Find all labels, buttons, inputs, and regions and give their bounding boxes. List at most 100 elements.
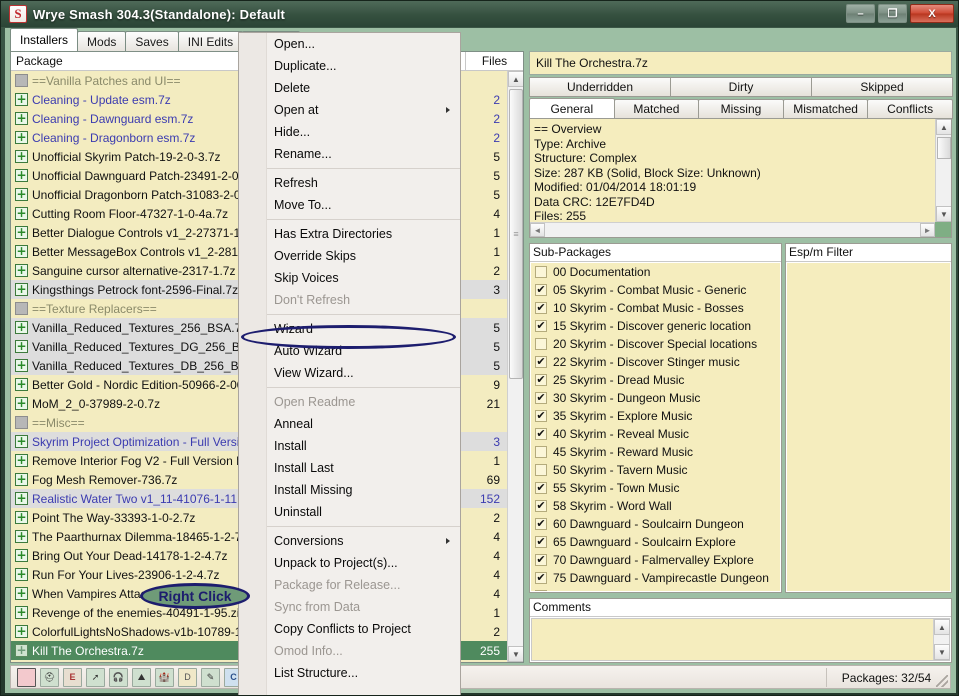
package-checkbox-plus-icon[interactable]: + <box>15 226 28 239</box>
general-scroll-right-icon[interactable]: ► <box>920 223 935 237</box>
minimize-button[interactable]: – <box>846 4 875 23</box>
package-context-menu[interactable]: Open... Duplicate... Delete Open at Hide... R… <box>238 32 461 695</box>
package-checkbox-plus-icon[interactable]: + <box>15 568 28 581</box>
package-checkbox-plus-icon[interactable]: + <box>15 549 28 562</box>
sub-package-row[interactable]: 50 Skyrim - Tavern Music <box>531 461 780 479</box>
detail-tab-conflicts[interactable]: Conflicts <box>867 99 953 119</box>
menu-item-open-at[interactable]: Open at <box>267 99 460 121</box>
tab-installers[interactable]: Installers <box>10 28 79 51</box>
package-checkbox-plus-icon[interactable]: + <box>15 625 28 638</box>
menu-item-hide[interactable]: Hide... <box>267 121 460 143</box>
package-checkbox-plus-icon[interactable]: + <box>15 454 28 467</box>
menu-item-rename[interactable]: Rename... <box>267 143 460 165</box>
scroll-up-arrow-icon[interactable]: ▲ <box>508 71 523 87</box>
sub-package-row[interactable]: ✔ 65 Dawnguard - Soulcairn Explore <box>531 533 780 551</box>
checkbox-checked-icon[interactable]: ✔ <box>535 428 547 440</box>
package-checkbox-plus-icon[interactable]: + <box>15 473 28 486</box>
checkbox-checked-icon[interactable]: ✔ <box>535 392 547 404</box>
package-checkbox-plus-icon[interactable]: + <box>15 492 28 505</box>
sub-package-row[interactable]: ✔ 25 Skyrim - Dread Music <box>531 371 780 389</box>
menu-item-auto-wizard[interactable]: Auto Wizard <box>267 340 460 362</box>
comments-scroll-down-icon[interactable]: ▼ <box>934 644 950 660</box>
doc-icon[interactable]: D <box>178 667 197 687</box>
sub-package-row[interactable]: 80 Dawnguard - Special - Eclipse <box>531 587 780 591</box>
detail-tab-matched[interactable]: Matched <box>613 99 700 119</box>
column-header-files[interactable]: Files <box>465 52 523 70</box>
checkbox-unchecked-icon[interactable] <box>535 446 547 458</box>
castle-icon[interactable]: 🏰 <box>155 667 174 687</box>
checkbox-unchecked-icon[interactable] <box>535 590 547 591</box>
general-scroll-left-icon[interactable]: ◄ <box>530 223 545 237</box>
sub-package-row[interactable]: ✔ 75 Dawnguard - Vampirecastle Dungeon <box>531 569 780 587</box>
menu-item-list-structure[interactable]: List Structure... <box>267 662 460 684</box>
scroll-down-arrow-icon[interactable]: ▼ <box>508 646 523 662</box>
checkbox-checked-icon[interactable]: ✔ <box>535 482 547 494</box>
sub-package-row[interactable]: ✔ 40 Skyrim - Reveal Music <box>531 425 780 443</box>
arrow-tool-icon[interactable]: ➚ <box>86 667 105 687</box>
menu-item-view-wizard[interactable]: View Wizard... <box>267 362 460 384</box>
package-checkbox-plus-icon[interactable]: + <box>15 188 28 201</box>
checkbox-checked-icon[interactable]: ✔ <box>535 554 547 566</box>
general-scroll-thumb[interactable] <box>937 137 951 159</box>
menu-item-refresh[interactable]: Refresh <box>267 172 460 194</box>
filter-tab-skipped[interactable]: Skipped <box>811 77 953 97</box>
menu-item-install[interactable]: Install <box>267 435 460 457</box>
menu-item-open[interactable]: Open... <box>267 33 460 55</box>
detail-tab-general[interactable]: General <box>529 98 615 119</box>
checkbox-checked-icon[interactable]: ✔ <box>535 536 547 548</box>
filter-tab-underridden[interactable]: Underridden <box>529 77 671 97</box>
menu-item-uninstall[interactable]: Uninstall <box>267 501 460 523</box>
checkbox-checked-icon[interactable]: ✔ <box>535 500 547 512</box>
menu-item-delete[interactable]: Delete <box>267 77 460 99</box>
tab-ini-edits[interactable]: INI Edits <box>177 31 244 51</box>
sub-package-row[interactable]: ✔ 30 Skyrim - Dungeon Music <box>531 389 780 407</box>
package-checkbox-plus-icon[interactable]: + <box>15 644 28 657</box>
sub-packages-list[interactable]: 00 Documentation ✔ 05 Skyrim - Combat Musi… <box>531 263 780 591</box>
headphones-icon[interactable]: 🎧 <box>109 667 128 687</box>
resize-grip-icon[interactable] <box>936 675 948 687</box>
package-checkbox-plus-icon[interactable]: + <box>15 93 28 106</box>
landscape-icon[interactable]: ⛰ <box>132 667 151 687</box>
comments-scroll-up-icon[interactable]: ▲ <box>934 619 950 635</box>
menu-item-duplicate[interactable]: Duplicate... <box>267 55 460 77</box>
filter-tab-dirty[interactable]: Dirty <box>670 77 812 97</box>
package-checkbox-plus-icon[interactable]: + <box>15 587 28 600</box>
menu-item-wizard[interactable]: Wizard <box>267 318 460 340</box>
pink-square-icon[interactable] <box>17 667 36 687</box>
sub-package-row[interactable]: 00 Documentation <box>531 263 780 281</box>
edit-icon[interactable]: E <box>63 667 82 687</box>
package-checkbox-plus-icon[interactable]: + <box>15 321 28 334</box>
package-checkbox-plus-icon[interactable]: + <box>15 606 28 619</box>
general-vertical-scrollbar[interactable]: ▲ ▼ <box>935 119 951 222</box>
sub-package-row[interactable]: 45 Skyrim - Reward Music <box>531 443 780 461</box>
checkbox-checked-icon[interactable]: ✔ <box>535 302 547 314</box>
menu-item-move-to[interactable]: Move To... <box>267 194 460 216</box>
general-horizontal-scrollbar[interactable]: ◄ ► <box>530 222 951 237</box>
menu-item-has-extra-directories[interactable]: Has Extra Directories <box>267 223 460 245</box>
marker-box-icon[interactable] <box>15 302 28 315</box>
menu-item-override-skips[interactable]: Override Skips <box>267 245 460 267</box>
menu-item-unpack-to-project-s[interactable]: Unpack to Project(s)... <box>267 552 460 574</box>
menu-item-install-last[interactable]: Install Last <box>267 457 460 479</box>
sub-package-row[interactable]: 20 Skyrim - Discover Special locations <box>531 335 780 353</box>
sub-package-row[interactable]: ✔ 58 Skyrim - Word Wall <box>531 497 780 515</box>
close-button[interactable]: X <box>910 4 954 23</box>
pencil-note-icon[interactable]: ✎ <box>201 667 220 687</box>
sub-package-row[interactable]: ✔ 35 Skyrim - Explore Music <box>531 407 780 425</box>
general-scroll-up-icon[interactable]: ▲ <box>936 119 951 135</box>
comments-scrollbar[interactable]: ▲ ▼ <box>933 619 950 660</box>
checkbox-unchecked-icon[interactable] <box>535 338 547 350</box>
maximize-button[interactable]: ❐ <box>878 4 907 23</box>
sub-package-row[interactable]: ✔ 55 Skyrim - Town Music <box>531 479 780 497</box>
checkbox-checked-icon[interactable]: ✔ <box>535 284 547 296</box>
checkbox-checked-icon[interactable]: ✔ <box>535 320 547 332</box>
sub-package-row[interactable]: ✔ 05 Skyrim - Combat Music - Generic <box>531 281 780 299</box>
package-checkbox-plus-icon[interactable]: + <box>15 131 28 144</box>
detail-tab-missing[interactable]: Missing <box>698 99 784 119</box>
package-checkbox-plus-icon[interactable]: + <box>15 283 28 296</box>
package-checkbox-plus-icon[interactable]: + <box>15 340 28 353</box>
package-list-scrollbar[interactable]: ▲ ▼ <box>507 71 523 662</box>
sub-package-row[interactable]: ✔ 22 Skyrim - Discover Stinger music <box>531 353 780 371</box>
package-checkbox-plus-icon[interactable]: + <box>15 397 28 410</box>
package-checkbox-plus-icon[interactable]: + <box>15 150 28 163</box>
